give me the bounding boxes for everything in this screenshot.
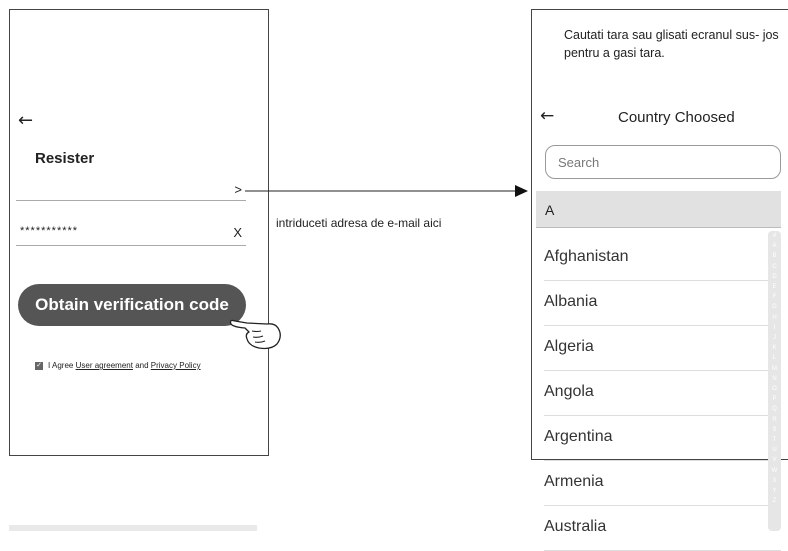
index-letter[interactable]: Z — [768, 496, 781, 506]
index-letter[interactable]: F — [768, 292, 781, 302]
password-value: *********** — [20, 225, 79, 237]
search-placeholder: Search — [558, 155, 600, 170]
country-name: Algeria — [544, 338, 594, 355]
country-name: Afghanistan — [544, 248, 629, 265]
section-letter: A — [545, 202, 555, 218]
agreement-row: ✓ I Agree User agreement and Privacy Poli… — [35, 361, 201, 370]
index-letter[interactable]: L — [768, 353, 781, 363]
index-letter[interactable]: # — [768, 231, 781, 241]
search-input[interactable]: Search — [545, 145, 781, 179]
country-list: Afghanistan Albania Algeria Angola Argen… — [536, 236, 781, 551]
password-field[interactable]: *********** X — [16, 215, 246, 246]
register-screen: ← Resister > *********** X Obtain verifi… — [9, 9, 269, 456]
country-name: Argentina — [544, 428, 613, 445]
bottom-bar — [9, 525, 257, 531]
checkbox-icon[interactable]: ✓ — [35, 361, 43, 370]
privacy-policy-link[interactable]: Privacy Policy — [151, 361, 201, 370]
agree-middle: and — [135, 361, 149, 370]
country-name: Armenia — [544, 473, 604, 490]
index-letter[interactable]: W — [768, 466, 781, 476]
chevron-right-icon[interactable]: > — [234, 182, 242, 197]
country-name: Albania — [544, 293, 598, 310]
list-item[interactable]: Argentina — [536, 416, 781, 461]
pointing-hand-icon — [229, 319, 281, 350]
user-agreement-link[interactable]: User agreement — [76, 361, 133, 370]
index-letter[interactable]: H — [768, 313, 781, 323]
index-letter[interactable]: I — [768, 323, 781, 333]
index-letter[interactable]: N — [768, 374, 781, 384]
back-arrow-icon[interactable]: ← — [540, 106, 554, 126]
index-letter[interactable]: R — [768, 415, 781, 425]
email-field[interactable]: > — [16, 178, 246, 201]
index-letter[interactable]: O — [768, 384, 781, 394]
index-letter[interactable]: K — [768, 343, 781, 353]
hint-text: Cautati tara sau glisati ecranul sus- jo… — [564, 28, 779, 60]
list-item[interactable]: Armenia — [536, 461, 781, 506]
list-item[interactable]: Australia — [536, 506, 781, 551]
index-letter[interactable]: A — [768, 241, 781, 251]
index-letter[interactable]: T — [768, 435, 781, 445]
pointer-arrow — [245, 185, 528, 197]
index-letter[interactable]: M — [768, 364, 781, 374]
index-letter[interactable]: B — [768, 251, 781, 261]
index-letter[interactable]: V — [768, 455, 781, 465]
clear-icon[interactable]: X — [233, 225, 242, 240]
index-letter[interactable]: G — [768, 302, 781, 312]
index-letter[interactable]: P — [768, 394, 781, 404]
index-letter[interactable]: S — [768, 425, 781, 435]
index-letter[interactable]: C — [768, 262, 781, 272]
list-item[interactable]: Afghanistan — [536, 236, 781, 281]
index-letter[interactable]: D — [768, 272, 781, 282]
annotation-text: intriduceti adresa de e-mail aici — [276, 216, 442, 230]
list-item[interactable]: Albania — [536, 281, 781, 326]
index-letter[interactable]: J — [768, 333, 781, 343]
back-arrow-icon[interactable]: ← — [18, 110, 33, 131]
country-name: Australia — [544, 518, 607, 535]
index-letter[interactable]: U — [768, 445, 781, 455]
index-letter[interactable]: Q — [768, 404, 781, 414]
alphabet-index-bar[interactable]: # A B C D E F G H I J K L M N O P Q R S T U V W X Y Z — [768, 231, 781, 531]
list-item[interactable]: Algeria — [536, 326, 781, 371]
index-letter[interactable]: X — [768, 476, 781, 486]
page-title: Country Choosed — [618, 109, 735, 126]
page-title: Resister — [35, 150, 95, 167]
obtain-verification-code-button[interactable]: Obtain verification code — [18, 284, 246, 326]
section-header: A — [536, 191, 781, 228]
index-letter[interactable]: Y — [768, 486, 781, 496]
index-letter[interactable]: E — [768, 282, 781, 292]
agree-prefix: I Agree — [48, 361, 74, 370]
country-name: Angola — [544, 383, 594, 400]
list-item[interactable]: Angola — [536, 371, 781, 416]
